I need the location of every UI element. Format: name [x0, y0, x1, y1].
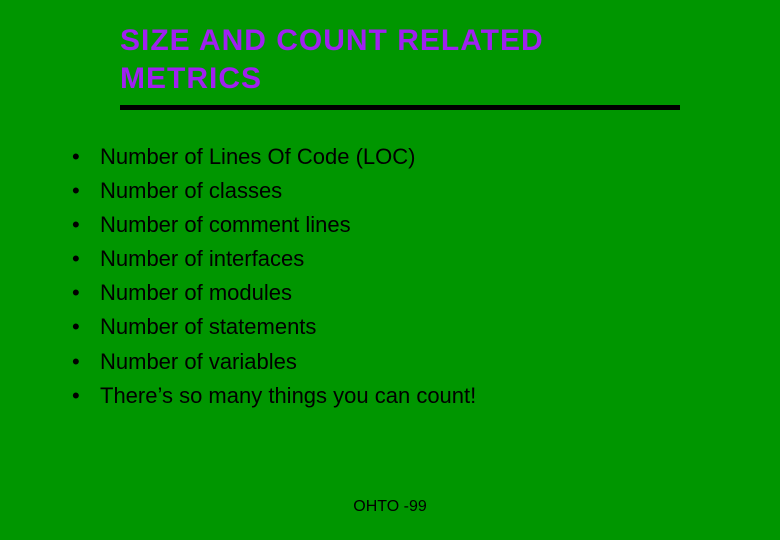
bullet-list: Number of Lines Of Code (LOC) Number of … [70, 140, 710, 413]
list-item-text: Number of variables [100, 349, 297, 374]
list-item: Number of Lines Of Code (LOC) [70, 140, 710, 174]
title-underline [120, 105, 680, 110]
list-item-text: Number of modules [100, 280, 292, 305]
slide-title: SIZE AND COUNT RELATED METRICS [120, 22, 680, 97]
list-item: Number of modules [70, 276, 710, 310]
title-block: SIZE AND COUNT RELATED METRICS [120, 22, 680, 110]
slide-footer: OHTO -99 [0, 498, 780, 516]
list-item: Number of variables [70, 345, 710, 379]
list-item: There’s so many things you can count! [70, 379, 710, 413]
list-item-text: Number of statements [100, 314, 316, 339]
list-item: Number of interfaces [70, 242, 710, 276]
list-item: Number of classes [70, 174, 710, 208]
list-item-text: There’s so many things you can count! [100, 383, 476, 408]
list-item-text: Number of Lines Of Code (LOC) [100, 144, 415, 169]
list-item: Number of comment lines [70, 208, 710, 242]
list-item-text: Number of classes [100, 178, 282, 203]
list-item-text: Number of comment lines [100, 212, 351, 237]
list-item-text: Number of interfaces [100, 246, 304, 271]
slide: SIZE AND COUNT RELATED METRICS Number of… [0, 0, 780, 540]
list-item: Number of statements [70, 310, 710, 344]
